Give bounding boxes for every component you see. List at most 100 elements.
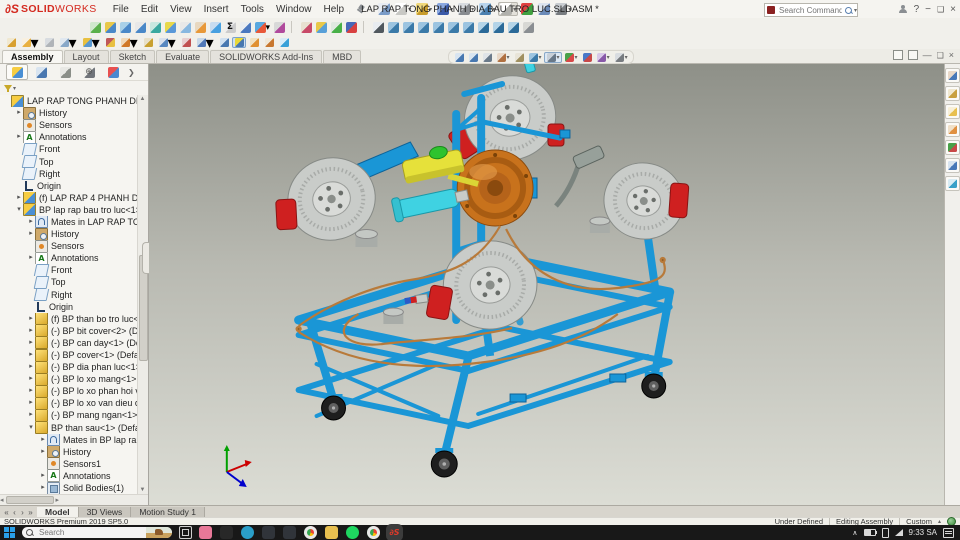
doc-tab-3d-views[interactable]: 3D Views bbox=[78, 506, 132, 518]
screen-capture-icon[interactable] bbox=[262, 37, 276, 48]
doc-minimize-button[interactable]: — bbox=[923, 50, 932, 60]
taskbar-app-chrome-2[interactable] bbox=[367, 526, 380, 539]
scroll-right-icon[interactable]: ▸ bbox=[56, 496, 60, 504]
expand-arrow-icon[interactable]: ▸ bbox=[27, 409, 35, 421]
battery-icon[interactable] bbox=[863, 529, 877, 536]
view-front-icon[interactable] bbox=[387, 21, 401, 33]
expand-arrow-icon[interactable]: ▸ bbox=[39, 482, 47, 494]
doc-window-icon[interactable] bbox=[892, 50, 903, 60]
view-dimetric-icon[interactable] bbox=[507, 21, 521, 33]
expand-arrow-icon[interactable]: ▸ bbox=[27, 373, 35, 385]
tray-chevron-icon[interactable]: ∧ bbox=[852, 529, 857, 537]
expand-arrow-icon[interactable]: ▸ bbox=[27, 385, 35, 397]
taskbar-app-photos[interactable] bbox=[199, 526, 212, 539]
tab-mbd[interactable]: MBD bbox=[323, 50, 362, 63]
tree-item-annotations[interactable]: ▸ Annotations bbox=[0, 131, 148, 144]
doc-window-icon-2[interactable] bbox=[907, 50, 918, 60]
view-back-icon[interactable] bbox=[402, 21, 416, 33]
model-brake-booster[interactable] bbox=[456, 149, 538, 227]
doc-close-button[interactable]: × bbox=[949, 50, 954, 60]
expand-arrow-icon[interactable]: ▸ bbox=[27, 228, 35, 240]
tree-item-front[interactable]: Front bbox=[0, 143, 148, 156]
dimxpert-manager-tab[interactable]: ⊕ bbox=[78, 64, 100, 80]
dropdown-caret-icon[interactable]: ▾ bbox=[557, 54, 560, 61]
custom-properties-icon[interactable] bbox=[945, 158, 960, 173]
phone-icon[interactable] bbox=[881, 527, 889, 538]
tree-item-top[interactable]: Top bbox=[0, 276, 148, 289]
scroll-left-icon[interactable]: ◂ bbox=[0, 496, 4, 504]
dropdown-caret-icon[interactable]: ▾ bbox=[625, 54, 628, 61]
view-tool-12-icon[interactable] bbox=[217, 37, 231, 48]
tree-item-f-bp-than-bo-tro-luc-1[interactable]: ▸ (f) BP than bo tro luc<1 bbox=[0, 312, 148, 325]
take-snapshot-icon[interactable] bbox=[300, 21, 314, 33]
dropdown-caret-icon[interactable]: ▾ bbox=[539, 54, 542, 61]
taskbar-app-mail[interactable] bbox=[283, 526, 296, 539]
tab-evaluate[interactable]: Evaluate bbox=[156, 50, 210, 63]
tree-item-history[interactable]: ▸ History bbox=[0, 228, 148, 241]
tree-item-right[interactable]: Right bbox=[0, 288, 148, 301]
filter-dropdown-caret[interactable]: ▾ bbox=[13, 85, 16, 92]
doc-restore-button[interactable]: ❑ bbox=[937, 51, 944, 60]
sketch-tool-pressed-icon[interactable] bbox=[232, 37, 247, 48]
expand-arrow-icon[interactable]: ▸ bbox=[27, 216, 35, 228]
featuremanager-design-tree-tab[interactable] bbox=[6, 64, 28, 80]
view-settings-icon[interactable]: ▾ bbox=[612, 52, 630, 63]
view-palette-icon[interactable] bbox=[945, 122, 960, 137]
expand-arrow-icon[interactable]: ▸ bbox=[27, 252, 35, 264]
tree-item-bp-mang-ngan-1[interactable]: ▸ (-) BP mang ngan<1> ( bbox=[0, 409, 148, 422]
expand-arrow-icon[interactable]: ▸ bbox=[15, 192, 23, 204]
tab-sketch[interactable]: Sketch bbox=[109, 50, 156, 63]
tree-item-right[interactable]: Right bbox=[0, 167, 148, 180]
dynamic-annotation-views-icon[interactable] bbox=[512, 52, 526, 63]
tree-item-annotations[interactable]: ▸ Annotations bbox=[0, 469, 148, 482]
taskbar-app-store[interactable] bbox=[262, 526, 275, 539]
tree-item-annotations[interactable]: ▸ Annotations bbox=[0, 252, 148, 265]
graphics-area[interactable] bbox=[149, 64, 944, 505]
file-explorer-pane-icon[interactable] bbox=[945, 104, 960, 119]
units-caret[interactable]: ▴ bbox=[938, 518, 941, 525]
view-tool-3-icon[interactable] bbox=[42, 37, 56, 48]
tab-solidworks-add-ins[interactable]: SOLIDWORKS Add-Ins bbox=[210, 50, 323, 63]
search-scope-icon[interactable] bbox=[767, 6, 775, 14]
dropdown-caret-icon[interactable]: ▾ bbox=[575, 54, 578, 61]
view-isometric-icon[interactable] bbox=[477, 21, 491, 33]
view-trimetric-icon[interactable] bbox=[492, 21, 506, 33]
tree-item-solid-bodies-1[interactable]: ▸ Solid Bodies(1) bbox=[0, 482, 148, 495]
minimize-button[interactable]: − bbox=[925, 4, 931, 15]
tree-item-f-lap-rap-4-phanh-dia[interactable]: ▸ (f) LAP RAP 4 PHANH DIA< bbox=[0, 191, 148, 204]
hscrollbar-thumb[interactable] bbox=[5, 496, 54, 504]
view-tool-10-icon[interactable] bbox=[179, 37, 193, 48]
tree-item-history[interactable]: ▸ History bbox=[0, 445, 148, 458]
panel-tabs-overflow-icon[interactable]: ❯ bbox=[128, 68, 135, 77]
tree-item-history[interactable]: ▸ History bbox=[0, 107, 148, 120]
tree-item-sensors[interactable]: Sensors bbox=[0, 119, 148, 132]
user-review-icon[interactable] bbox=[247, 37, 261, 48]
menu-view[interactable]: View bbox=[164, 4, 198, 15]
model-right-cup[interactable] bbox=[589, 216, 611, 233]
dropdown-caret-icon[interactable]: ▾ bbox=[607, 54, 610, 61]
configuration-manager-tab[interactable] bbox=[54, 64, 76, 80]
view-tool-1-icon[interactable] bbox=[4, 37, 18, 48]
tree-horizontal-scrollbar[interactable]: ◂ ▸ bbox=[0, 494, 148, 505]
close-button[interactable]: × bbox=[950, 4, 956, 15]
model-center-mount[interactable] bbox=[482, 325, 495, 357]
section-view-icon[interactable]: ▾ bbox=[494, 52, 512, 63]
tree-item-origin[interactable]: Origin bbox=[0, 301, 148, 313]
tree-filter[interactable]: ▾ bbox=[0, 81, 148, 96]
design-library-icon[interactable] bbox=[945, 86, 960, 101]
search-dropdown-caret[interactable]: ▾ bbox=[854, 7, 857, 14]
menu-insert[interactable]: Insert bbox=[198, 4, 235, 15]
tree-vertical-scrollbar[interactable]: ▲ ▼ bbox=[137, 95, 148, 495]
tree-item-top[interactable]: Top bbox=[0, 155, 148, 168]
model-foot-bracket[interactable] bbox=[509, 393, 527, 403]
expand-arrow-icon[interactable]: ▸ bbox=[39, 434, 47, 446]
zoom-to-area-icon[interactable] bbox=[466, 52, 480, 63]
doc-tab-motion-study-1[interactable]: Motion Study 1 bbox=[131, 506, 206, 518]
edit-appearance-icon[interactable] bbox=[580, 52, 594, 63]
normal-to-icon[interactable] bbox=[372, 21, 386, 33]
collapse-arrow-icon[interactable]: ▾ bbox=[15, 204, 23, 216]
tab-scroll-prev-icon[interactable]: ‹ bbox=[11, 508, 18, 517]
expand-arrow-icon[interactable]: ▸ bbox=[27, 337, 35, 349]
doc-tab-model[interactable]: Model bbox=[37, 506, 79, 518]
link-views-icon[interactable] bbox=[522, 21, 536, 33]
